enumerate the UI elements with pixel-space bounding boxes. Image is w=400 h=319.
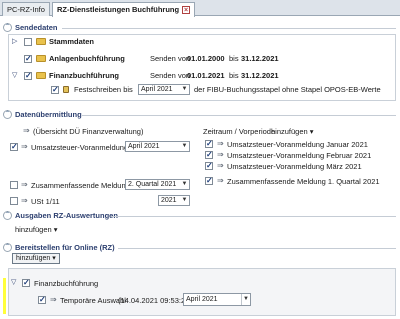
bereitstellen-finanz-label: Finanzbuchführung [34, 279, 99, 288]
festschreiben-checkbox[interactable] [51, 85, 59, 94]
vorperiode-checkbox-2[interactable] [205, 150, 213, 159]
chevron-down-icon: ▼ [181, 197, 188, 203]
arrow-right-icon: ⇒ [21, 196, 28, 205]
ust-label: USt 1/11 [31, 197, 60, 206]
zeitraum-label: Zeitraum / Vorperiode [203, 127, 276, 136]
finanz-to: 31.12.2021 [241, 71, 279, 80]
chevron-down-icon: ▾ [52, 255, 56, 262]
select-value: 2. Quartal 2021 [128, 181, 177, 188]
section-title-bereitstellen: Bereitstellen für Online (RZ) [15, 243, 115, 252]
chevron-down-icon: ▾ [53, 225, 58, 234]
collapse-icon[interactable]: ⌃ [3, 211, 12, 220]
festschreiben-select[interactable]: April 2021 ▼ [138, 84, 190, 95]
vorperiode-checkbox-1[interactable] [205, 139, 213, 148]
section-title-datenuebermittlung: Datenübermittlung [15, 110, 82, 119]
chevron-down-icon: ▾ [309, 127, 314, 136]
senden-von-label: Senden von [150, 71, 191, 80]
temp-checkbox[interactable] [38, 295, 46, 304]
arrow-right-icon: ⇒ [50, 295, 57, 304]
vorperiode-4: Zusammenfassende Meldung 1. Quartal 2021 [227, 177, 380, 186]
vorperiode-3: Umsatzsteuer-Voranmeldung März 2021 [227, 162, 362, 171]
vorperiode-checkbox-3[interactable] [205, 161, 213, 170]
anlagen-to: 31.12.2021 [241, 54, 279, 63]
select-value: April 2021 [128, 143, 160, 150]
chevron-down-icon: ▼ [181, 181, 188, 187]
anlagen-from: 01.01.2000 [187, 54, 225, 63]
button-label: hinzufügen [16, 255, 51, 262]
lock-icon [63, 86, 69, 93]
bis-label: bis [229, 71, 239, 80]
chevron-down-icon: ▼ [181, 86, 188, 92]
select-value: April 2021 [141, 86, 173, 93]
folder-icon [36, 38, 46, 45]
collapse-icon[interactable]: ⌃ [3, 23, 12, 32]
bereitstellen-panel [8, 268, 396, 316]
arrow-right-icon: ⇒ [217, 161, 224, 170]
vorperiode-checkbox-4[interactable] [205, 176, 213, 185]
temp-timestamp: (14.04.2021 09:53:23) [118, 296, 192, 305]
festschreiben-label: Festschreiben bis [74, 85, 133, 94]
expand-icon[interactable]: ▽ [11, 278, 16, 286]
finanz-label: Finanzbuchführung [49, 71, 119, 80]
arrow-right-icon: ⇒ [217, 139, 224, 148]
section-title-sendedaten: Sendedaten [15, 23, 58, 32]
arrow-right-icon: ⇒ [217, 176, 224, 185]
tab-rz-dienstleistungen[interactable]: RZ-Dienstleistungen Buchführung × [52, 2, 196, 17]
festschreiben-note: der FIBU-Buchungsstapel ohne Stapel OPOS… [194, 85, 381, 94]
ausgaben-hinzufuegen-dropdown[interactable]: hinzufügen ▾ [15, 225, 58, 234]
dropdown-label: hinzufügen [15, 225, 52, 234]
ustva-select[interactable]: April 2021 ▼ [125, 141, 190, 152]
dropdown-label: hinzufügen [271, 127, 308, 136]
finanz-from: 01.01.2021 [187, 71, 225, 80]
arrow-right-icon: ⇒ [21, 142, 28, 151]
zm-select[interactable]: 2. Quartal 2021 ▼ [125, 179, 190, 190]
vorperiode-1: Umsatzsteuer-Voranmeldung Januar 2021 [227, 140, 368, 149]
temp-label: Temporäre Auswahl [60, 296, 126, 305]
divider [82, 115, 396, 116]
hinzufuegen-dropdown[interactable]: hinzufügen ▾ [271, 127, 314, 136]
bis-label: bis [229, 54, 239, 63]
expand-icon[interactable]: ▷ [12, 37, 17, 45]
folder-icon [36, 72, 46, 79]
anlagen-label: Anlagenbuchführung [49, 54, 125, 63]
collapse-icon[interactable]: ⌃ [3, 110, 12, 119]
close-icon[interactable]: × [182, 6, 191, 14]
divider [62, 28, 396, 29]
select-value: April 2021 [186, 296, 218, 303]
tab-label: PC-RZ-Info [7, 5, 45, 14]
expand-icon[interactable]: ▽ [12, 71, 17, 79]
ustva-checkbox[interactable] [10, 142, 18, 151]
ust-checkbox[interactable] [10, 197, 18, 205]
stammdaten-checkbox[interactable] [24, 38, 32, 46]
zm-label: Zusammenfassende Meldung [31, 181, 130, 190]
stammdaten-label: Stammdaten [49, 37, 95, 46]
arrow-right-icon: ⇒ [21, 180, 28, 189]
arrow-right-icon: ⇒ [23, 126, 30, 135]
ustva-label: Umsatzsteuer-Voranmeldung [31, 143, 129, 152]
senden-von-label: Senden von [150, 54, 191, 63]
divider [111, 216, 396, 217]
chevron-down-icon: ▼ [241, 294, 250, 305]
select-value: 2021 [161, 197, 177, 204]
chevron-down-icon: ▼ [181, 143, 188, 149]
bereitstellen-hinzufuegen-button[interactable]: hinzufügen ▾ [12, 253, 60, 264]
tab-label: RZ-Dienstleistungen Buchführung [57, 5, 180, 14]
highlight-marker [3, 278, 6, 314]
uebersicht-link[interactable]: (Übersicht DÜ Finanzverwaltung) [33, 127, 143, 136]
anlagen-checkbox[interactable] [24, 54, 32, 63]
divider [118, 248, 396, 249]
vorperiode-2: Umsatzsteuer-Voranmeldung Februar 2021 [227, 151, 372, 160]
collapse-icon[interactable]: ⌃ [3, 243, 12, 252]
temp-select[interactable]: April 2021 ▼ [183, 293, 251, 306]
ust-select[interactable]: 2021 ▼ [158, 195, 190, 206]
tab-pc-rz-info[interactable]: PC-RZ-Info [2, 2, 50, 16]
arrow-right-icon: ⇒ [217, 150, 224, 159]
zm-checkbox[interactable] [10, 181, 18, 189]
folder-icon [36, 55, 46, 62]
bereitstellen-finanz-checkbox[interactable] [22, 278, 30, 287]
finanz-checkbox[interactable] [24, 71, 32, 80]
section-title-ausgaben: Ausgaben RZ-Auswertungen [15, 211, 118, 220]
